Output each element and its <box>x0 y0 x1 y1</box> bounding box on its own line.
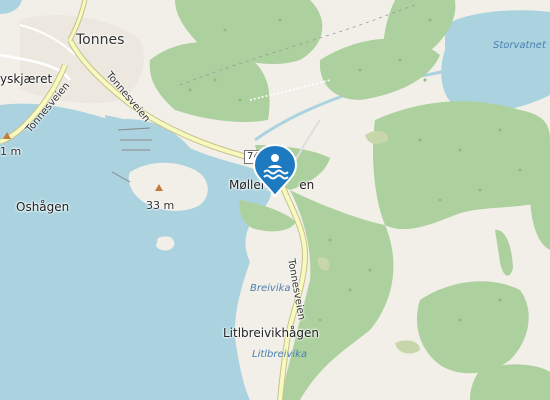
place-label-litlbreivikhagen: Litlbreivikhågen <box>223 326 320 340</box>
water-label-breivika: Breivika <box>250 283 291 294</box>
peak-triangle-icon <box>3 132 11 139</box>
place-label-oshagen: Oshågen <box>16 200 70 214</box>
swimming-location-marker[interactable] <box>252 143 298 198</box>
water-label-litlbreivika: Litlbreivika <box>252 349 308 360</box>
water-label-storvatnet: Storvatnet <box>493 40 546 51</box>
map-base-layer <box>0 0 550 400</box>
map-canvas[interactable]: Tonnes yskjæret Oshågen Møllelv en Litlbr… <box>0 0 550 400</box>
swimming-icon <box>252 143 298 198</box>
place-label-tonnes: Tonnes <box>76 32 125 48</box>
peak-triangle-icon <box>155 184 163 191</box>
elevation-label-33: 33 m <box>146 199 175 212</box>
place-label-yskjaeret: yskjæret <box>0 72 53 86</box>
lake-storvatnet <box>441 10 550 113</box>
elevation-label-left: 1 m <box>0 145 22 158</box>
